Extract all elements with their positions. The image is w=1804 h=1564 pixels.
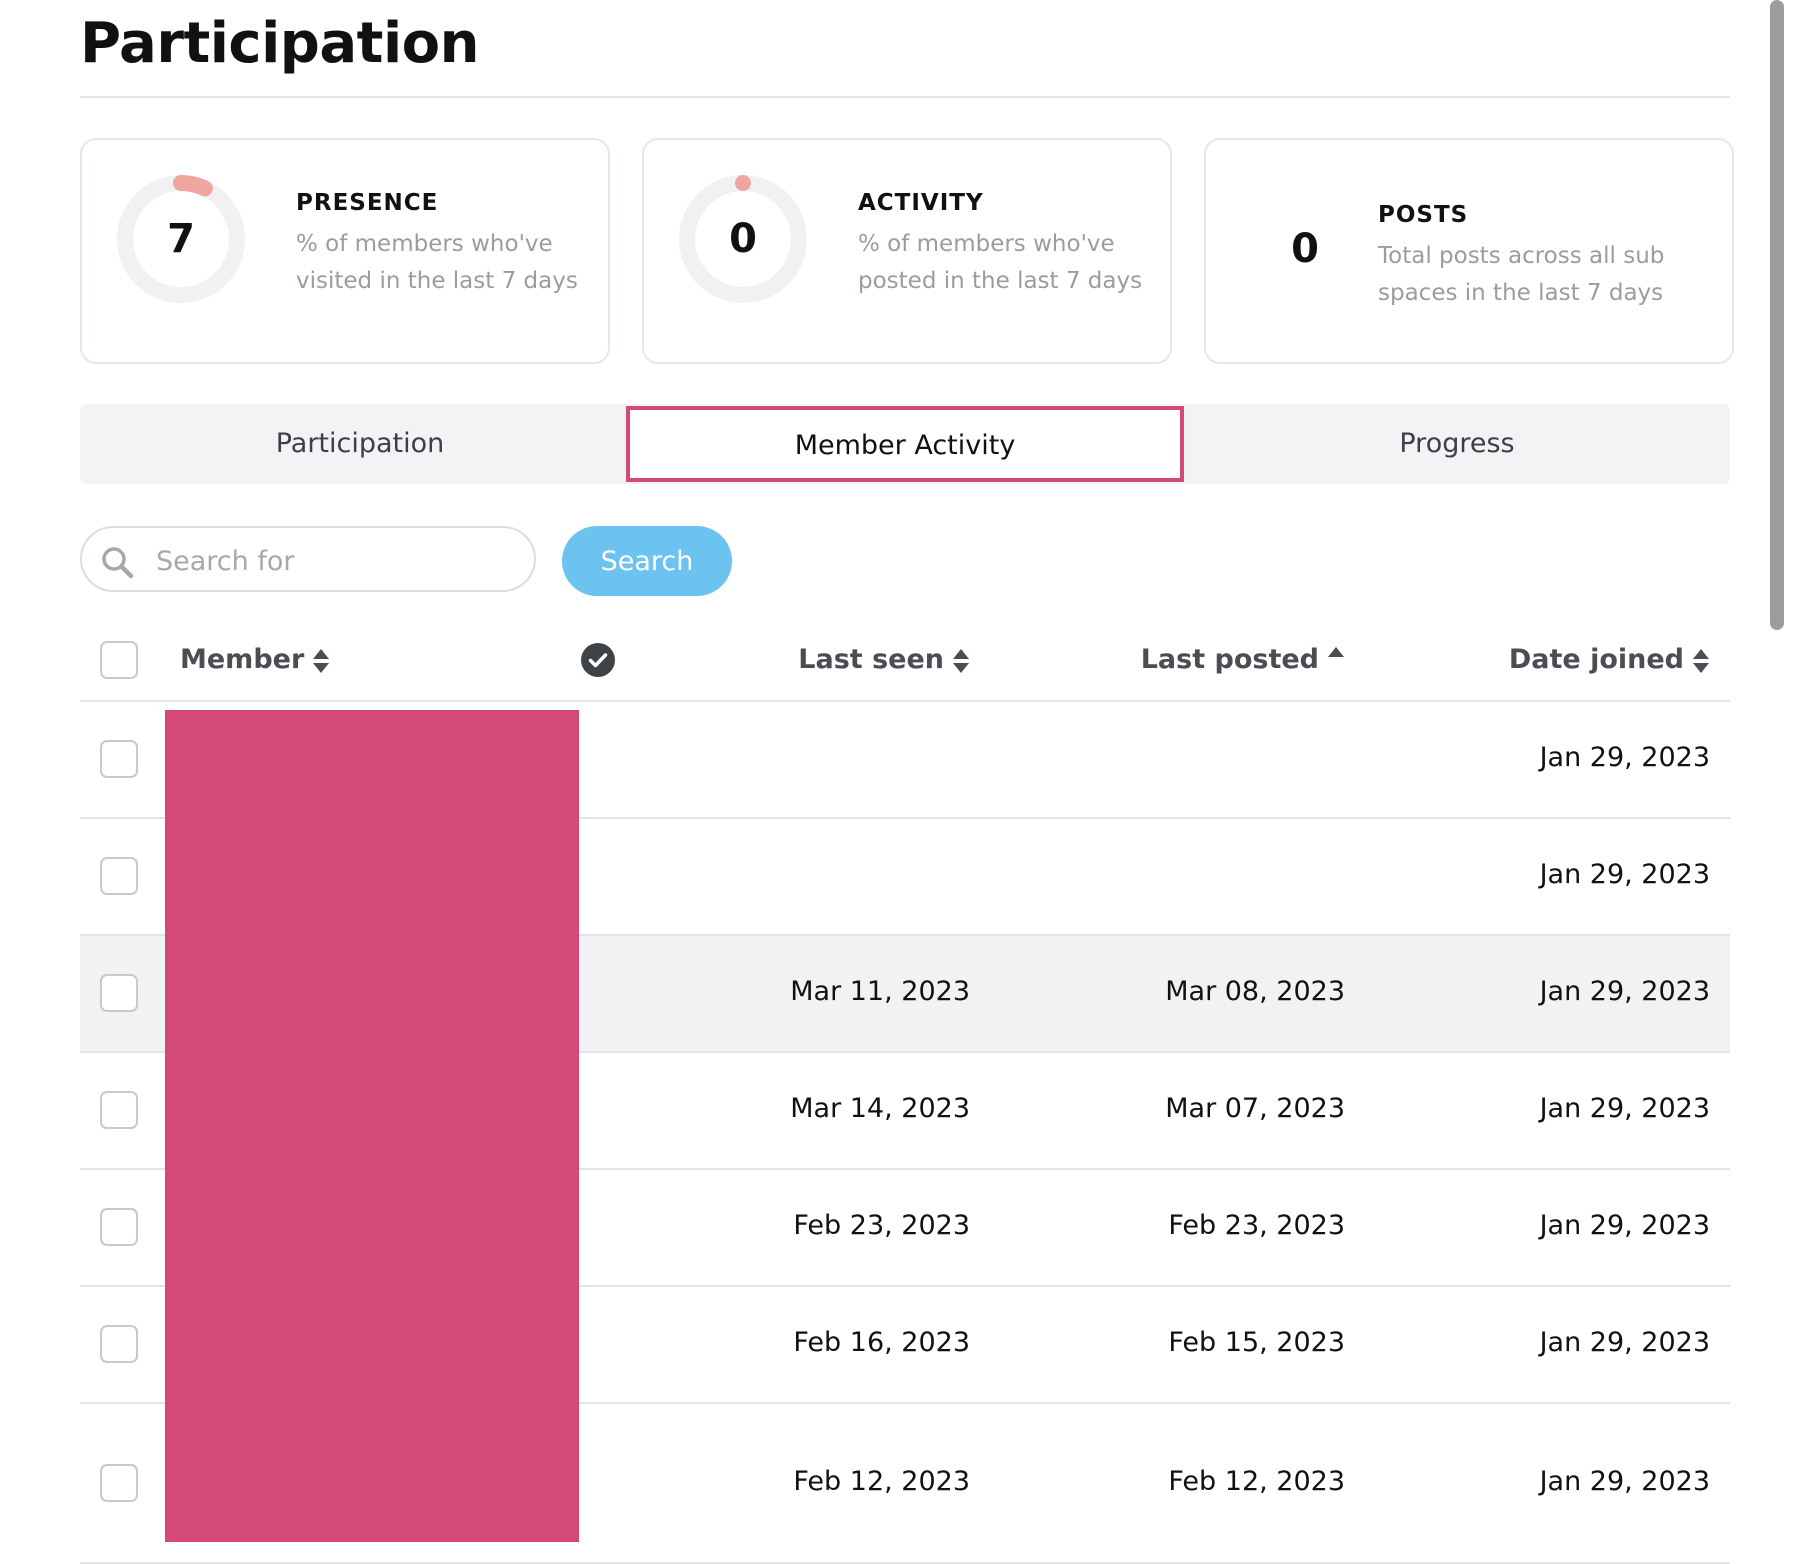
activity-description: % of members who've posted in the last 7… — [858, 231, 1143, 294]
date-joined-cell: Jan 29, 2023 — [1539, 1210, 1710, 1241]
tab-bar: Participation Member Activity Progress — [80, 404, 1730, 484]
column-date-joined-label: Date joined — [1508, 644, 1684, 675]
presence-card: 7 PRESENCE % of members who've visited i… — [80, 138, 610, 364]
search-icon — [102, 547, 134, 579]
activity-label: ACTIVITY — [858, 190, 984, 216]
date-joined-cell: Jan 29, 2023 — [1539, 859, 1710, 890]
row-checkbox[interactable] — [100, 857, 138, 895]
sort-icon — [1693, 648, 1709, 673]
stat-cards: 7 PRESENCE % of members who've visited i… — [80, 138, 1734, 364]
tab-progress[interactable]: Progress — [1184, 404, 1730, 484]
last-posted-cell: Feb 12, 2023 — [1168, 1466, 1345, 1497]
activity-value: 0 — [729, 216, 757, 262]
posts-card: 0 POSTS Total posts across all sub space… — [1204, 138, 1734, 364]
presence-value: 7 — [167, 216, 195, 262]
participation-page: Participation 7 PRESENCE % of members wh… — [80, 0, 1734, 1564]
presence-description: % of members who've visited in the last … — [296, 231, 578, 294]
row-checkbox[interactable] — [100, 974, 138, 1012]
vertical-scrollbar[interactable] — [1770, 0, 1784, 630]
column-last-posted-label: Last posted — [1140, 644, 1319, 675]
last-seen-cell: Feb 23, 2023 — [793, 1210, 970, 1241]
tab-participation[interactable]: Participation — [80, 404, 640, 484]
tab-member-activity[interactable]: Member Activity — [626, 406, 1184, 482]
redacted-member-names — [165, 710, 579, 1542]
last-posted-cell: Feb 23, 2023 — [1168, 1210, 1345, 1241]
column-last-posted[interactable]: Last posted — [1141, 620, 1345, 700]
row-checkbox[interactable] — [100, 740, 138, 778]
last-posted-cell: Mar 07, 2023 — [1165, 1093, 1345, 1124]
column-last-seen[interactable]: Last seen — [798, 620, 970, 700]
sort-icon — [953, 648, 969, 673]
posts-label: POSTS — [1378, 202, 1469, 228]
last-posted-cell: Feb 15, 2023 — [1168, 1327, 1345, 1358]
date-joined-cell: Jan 29, 2023 — [1539, 1466, 1710, 1497]
row-checkbox[interactable] — [100, 1091, 138, 1129]
row-checkbox[interactable] — [100, 1325, 138, 1363]
row-checkbox[interactable] — [100, 1464, 138, 1502]
page-title: Participation — [80, 11, 479, 76]
posts-description: Total posts across all sub spaces in the… — [1378, 243, 1665, 306]
row-checkbox[interactable] — [100, 1208, 138, 1246]
last-seen-cell: Mar 11, 2023 — [790, 976, 970, 1007]
last-seen-cell: Feb 16, 2023 — [793, 1327, 970, 1358]
column-last-seen-label: Last seen — [798, 644, 944, 675]
title-divider — [80, 96, 1730, 98]
last-seen-cell: Feb 12, 2023 — [793, 1466, 970, 1497]
date-joined-cell: Jan 29, 2023 — [1539, 1327, 1710, 1358]
presence-label: PRESENCE — [296, 190, 439, 216]
column-member[interactable]: Member — [180, 620, 330, 700]
sort-icon — [313, 648, 330, 673]
select-all-checkbox[interactable] — [100, 641, 138, 679]
search-button[interactable]: Search — [562, 526, 732, 596]
activity-card: 0 ACTIVITY % of members who've posted in… — [642, 138, 1172, 364]
posts-value: 0 — [1291, 226, 1319, 272]
date-joined-cell: Jan 29, 2023 — [1539, 976, 1710, 1007]
column-date-joined[interactable]: Date joined — [1509, 620, 1710, 700]
column-member-label: Member — [180, 644, 305, 675]
last-seen-cell: Mar 14, 2023 — [790, 1093, 970, 1124]
sort-up-icon — [1328, 647, 1344, 657]
last-posted-cell: Mar 08, 2023 — [1165, 976, 1345, 1007]
table-header: Member Last seen Last posted Date joined — [80, 620, 1730, 702]
search-field — [80, 526, 536, 592]
search-input[interactable] — [154, 538, 518, 584]
date-joined-cell: Jan 29, 2023 — [1539, 742, 1710, 773]
check-circle-icon[interactable] — [580, 642, 616, 678]
date-joined-cell: Jan 29, 2023 — [1539, 1093, 1710, 1124]
